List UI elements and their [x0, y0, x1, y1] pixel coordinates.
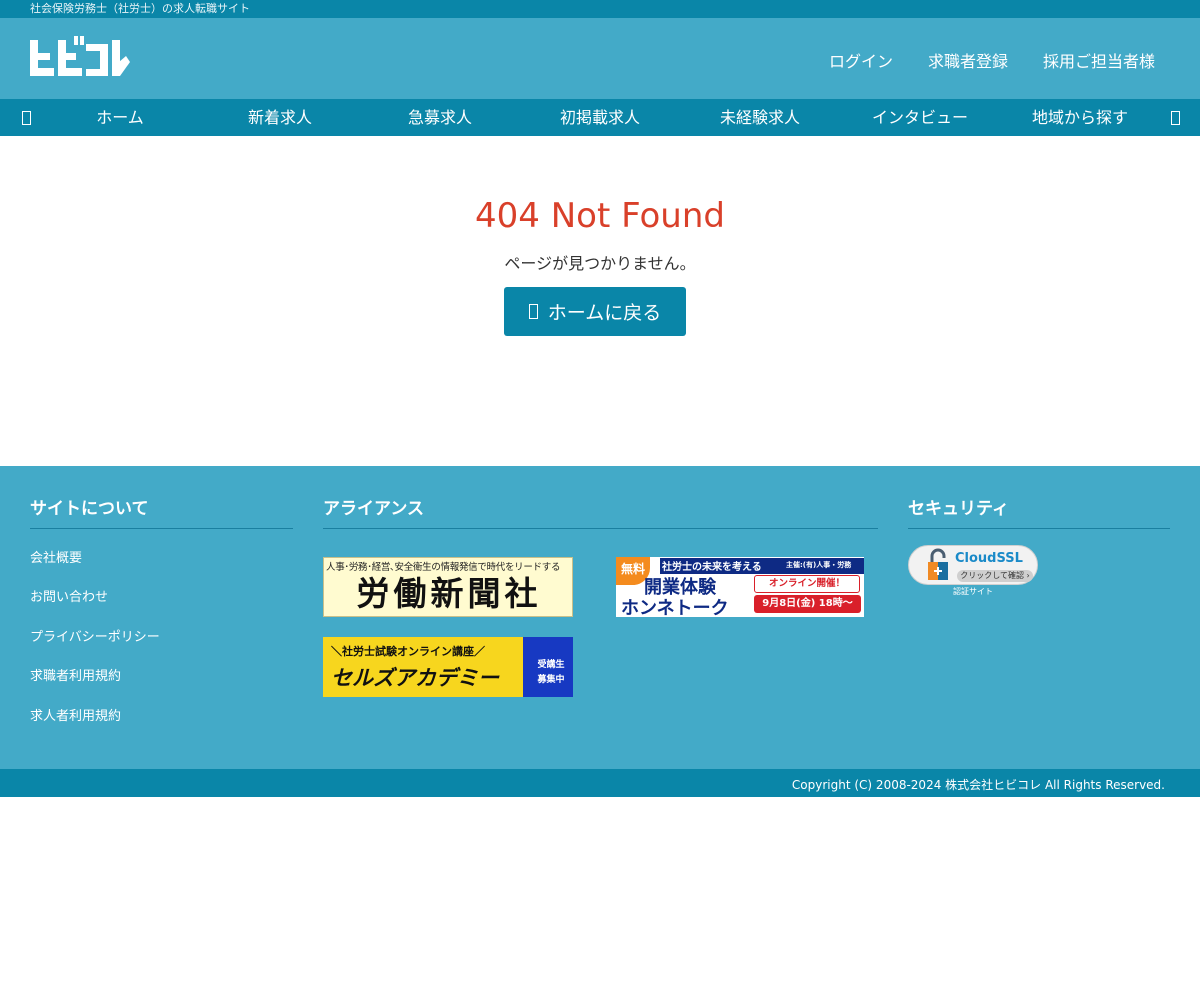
nav-scroll-left-icon[interactable] — [18, 107, 34, 127]
footer-about-divider — [30, 528, 293, 529]
banner-kaigyo-top-text: 社労士の未来を考える — [662, 562, 762, 573]
banner-kaigyo-talk[interactable]: 無料 社労士の未来を考える 主催:(有)人事・労務 開業体験 ホンネトーク オン… — [616, 557, 864, 617]
error-message: ページが見つかりません。 — [504, 254, 696, 273]
banner-kaigyo-date: 9月8日(金) 18時～ — [754, 595, 861, 613]
nav-item-no-experience-jobs[interactable]: 未経験求人 — [680, 99, 840, 136]
nav-item-urgent-jobs[interactable]: 急募求人 — [360, 99, 520, 136]
lock-icon — [928, 548, 948, 580]
footer-security-divider — [908, 528, 1170, 529]
footer-about-title: サイトについて — [30, 499, 149, 519]
nav-item-interview[interactable]: インタビュー — [840, 99, 1000, 136]
error-title: 404 Not Found — [475, 196, 725, 236]
ssl-badge-body: CloudSSL クリックして確認 › — [908, 545, 1038, 585]
footer-alliance-divider — [323, 528, 878, 529]
copyright-text: Copyright (C) 2008-2024 株式会社ヒビコレ All Rig… — [791, 778, 1165, 792]
banner-kaigyo-main2: ホンネトーク — [621, 598, 729, 617]
banner-rodo-shimbun[interactable]: 人事･労務･経営､安全衛生の情報発信で時代をリードする 労働新聞社 — [323, 557, 573, 617]
header-nav: ログイン 求職者登録 採用ご担当者様 — [829, 48, 1155, 72]
footer-link-company[interactable]: 会社概要 — [30, 547, 82, 566]
footer-link-employer-terms[interactable]: 求人者利用規約 — [30, 705, 121, 724]
banner-cells-main-text: セルズアカデミー — [331, 666, 499, 690]
ssl-badge-title: CloudSSL — [955, 551, 1023, 566]
banner-rodo-top-text: 人事･労務･経営､安全衛生の情報発信で時代をリードする — [326, 562, 561, 573]
footer-link-contact[interactable]: お問い合わせ — [30, 586, 108, 605]
back-home-button[interactable]: ホームに戻る — [504, 287, 686, 336]
banner-cells-side2: 募集中 — [537, 675, 565, 685]
footer-security-title: セキュリティ — [908, 499, 1009, 519]
nav-item-search-by-region[interactable]: 地域から探す — [1000, 99, 1160, 136]
nav-item-first-listing-jobs[interactable]: 初掲載求人 — [520, 99, 680, 136]
site-tagline: 社会保険労務士（社労士）の求人転職サイト — [30, 2, 250, 15]
banner-cells-side1: 受講生 — [537, 660, 565, 670]
ssl-badge-sub: クリックして確認 › — [957, 570, 1033, 582]
login-link[interactable]: ログイン — [829, 48, 893, 72]
banner-rodo-main-text: 労働新聞社 — [356, 574, 542, 613]
main-nav: ホーム 新着求人 急募求人 初掲載求人 未経験求人 インタビュー 地域から探す — [0, 99, 1200, 136]
header: ログイン 求職者登録 採用ご担当者様 — [0, 18, 1200, 99]
nav-scroll-right-icon[interactable] — [1167, 107, 1183, 127]
nav-item-home[interactable]: ホーム — [40, 99, 200, 136]
footer-link-privacy[interactable]: プライバシーポリシー — [30, 626, 160, 645]
banner-cells-academy[interactable]: ＼社労士試験オンライン講座／ セルズアカデミー 受講生 募集中 — [323, 637, 573, 697]
banner-kaigyo-online: オンライン開催！ — [754, 575, 860, 593]
home-icon — [528, 304, 538, 319]
footer-alliance-title: アライアンス — [323, 499, 424, 519]
ssl-badge-note: 認証サイト — [953, 587, 993, 596]
cloud-ssl-badge[interactable]: CloudSSL クリックして確認 › 認証サイト — [908, 545, 1038, 597]
job-seeker-register-link[interactable]: 求職者登録 — [928, 48, 1008, 72]
copyright-bar: Copyright (C) 2008-2024 株式会社ヒビコレ All Rig… — [0, 769, 1200, 797]
site-logo[interactable] — [30, 36, 130, 82]
footer-link-seeker-terms[interactable]: 求職者利用規約 — [30, 665, 121, 684]
banner-cells-top-text: ＼社労士試験オンライン講座／ — [331, 645, 485, 658]
employer-link[interactable]: 採用ご担当者様 — [1043, 48, 1155, 72]
banner-kaigyo-host: 主催:(有)人事・労務 — [786, 561, 852, 569]
nav-item-new-jobs[interactable]: 新着求人 — [200, 99, 360, 136]
top-bar: 社会保険労務士（社労士）の求人転職サイト — [0, 0, 1200, 18]
footer: サイトについて 会社概要 お問い合わせ プライバシーポリシー 求職者利用規約 求… — [0, 466, 1200, 769]
back-home-label: ホームに戻る — [547, 302, 662, 324]
